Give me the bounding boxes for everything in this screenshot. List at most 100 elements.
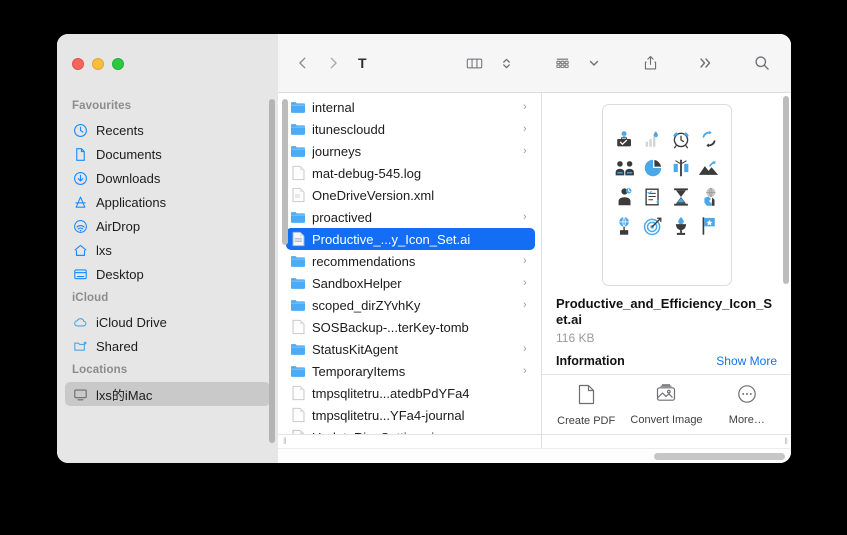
document-file-icon <box>290 385 306 401</box>
table-row[interactable]: SandboxHelper › <box>286 272 535 294</box>
globe-stand-icon <box>613 214 637 238</box>
sidebar: Favourites Recents Docume <box>57 34 278 463</box>
file-name: tmpsqlitetru...YFa4-journal <box>312 408 517 423</box>
star-flag-icon <box>697 214 721 238</box>
table-row[interactable]: journeys › <box>286 140 535 162</box>
convert-image-button[interactable]: Convert Image <box>626 384 706 428</box>
sidebar-item-label: iCloud Drive <box>96 315 167 330</box>
home-icon <box>72 242 88 258</box>
group-items-button[interactable] <box>547 49 577 77</box>
sidebar-item-downloads[interactable]: Downloads <box>65 166 270 190</box>
disclosure-chevron-icon: › <box>523 146 532 157</box>
horizontal-scrollbar[interactable] <box>278 448 791 463</box>
balance-scale-icon <box>669 156 693 180</box>
column-resize-handle-right[interactable]: ‖ <box>542 434 791 448</box>
json-file-icon <box>290 429 306 434</box>
table-row[interactable]: scoped_dirZYvhKy › <box>286 294 535 316</box>
sidebar-item-home[interactable]: lxs <box>65 238 270 262</box>
table-row[interactable]: OneDriveVersion.xml <box>286 184 535 206</box>
sidebar-item-airdrop[interactable]: AirDrop <box>65 214 270 238</box>
preview-scrollbar[interactable] <box>783 96 789 284</box>
sidebar-group-locations-title: Locations <box>57 358 278 382</box>
table-row[interactable]: proactived › <box>286 206 535 228</box>
file-name: StatusKitAgent <box>312 342 517 357</box>
sidebar-item-imac[interactable]: lxs的iMac <box>65 382 270 406</box>
sidebar-item-recents[interactable]: Recents <box>65 118 270 142</box>
icon-set-thumbnail[interactable] <box>602 104 732 286</box>
preview-file-size: 116 KB <box>556 331 777 345</box>
disclosure-chevron-icon: › <box>523 300 532 311</box>
document-icon <box>72 146 88 162</box>
table-row[interactable]: StatusKitAgent › <box>286 338 535 360</box>
file-name: journeys <box>312 144 517 159</box>
search-icon[interactable] <box>747 49 777 77</box>
team-people-icon <box>613 156 637 180</box>
sidebar-item-documents[interactable]: Documents <box>65 142 270 166</box>
horizontal-scrollbar-thumb[interactable] <box>654 453 785 460</box>
file-name: recommendations <box>312 254 517 269</box>
page-icon <box>577 384 596 410</box>
shared-folder-icon <box>72 338 88 354</box>
grip-icon: ‖ <box>784 437 787 446</box>
table-row[interactable]: itunescloudd › <box>286 118 535 140</box>
display-icon <box>72 386 88 402</box>
sidebar-group-icloud-title: iCloud <box>57 286 278 310</box>
view-options-chevrons-icon[interactable] <box>491 49 521 77</box>
chevron-down-icon[interactable] <box>579 49 609 77</box>
file-name: tmpsqlitetru...atedbPdYFa4 <box>312 386 517 401</box>
zoom-button[interactable] <box>112 58 124 70</box>
table-row-selected[interactable]: Productive_...y_Icon_Set.ai <box>286 228 535 250</box>
illustrator-file-icon <box>290 231 306 247</box>
sidebar-group-favourites-title: Favourites <box>57 94 278 118</box>
finder-window: Favourites Recents Docume <box>57 34 791 463</box>
sidebar-item-desktop[interactable]: Desktop <box>65 262 270 286</box>
main-area: T <box>278 34 791 463</box>
table-row[interactable]: UpdateRingSettings.json <box>286 426 535 434</box>
disclosure-chevron-icon: › <box>523 256 532 267</box>
traffic-lights <box>57 34 278 93</box>
file-name: itunescloudd <box>312 122 517 137</box>
column-view-button[interactable] <box>459 49 489 77</box>
table-row[interactable]: mat-debug-545.log <box>286 162 535 184</box>
table-row[interactable]: recommendations › <box>286 250 535 272</box>
table-row[interactable]: tmpsqlitetru...atedbPdYFa4 <box>286 382 535 404</box>
information-header: Information Show More <box>556 354 777 373</box>
file-name: TemporaryItems <box>312 364 517 379</box>
clock-icon <box>72 122 88 138</box>
create-pdf-button[interactable]: Create PDF <box>546 384 626 428</box>
folder-icon <box>290 143 306 159</box>
photos-icon <box>655 384 677 409</box>
file-name: UpdateRingSettings.json <box>312 430 517 435</box>
close-button[interactable] <box>72 58 84 70</box>
sidebar-item-label: Documents <box>96 147 162 162</box>
action-label: Create PDF <box>557 415 615 428</box>
document-file-icon <box>290 407 306 423</box>
preview-file-name: Productive_and_Efficiency_Icon_Set.ai <box>556 296 777 328</box>
folder-icon <box>290 253 306 269</box>
sidebar-item-icloud-drive[interactable]: iCloud Drive <box>65 310 270 334</box>
preview-pane: Productive_and_Efficiency_Icon_Set.ai 11… <box>542 93 791 374</box>
file-name: proactived <box>312 210 517 225</box>
bar-chart-icon <box>641 127 665 151</box>
file-list-scrollbar[interactable] <box>282 99 288 245</box>
more-actions-button[interactable]: More… <box>707 384 787 428</box>
file-name: mat-debug-545.log <box>312 166 517 181</box>
share-button[interactable] <box>635 49 665 77</box>
table-row[interactable]: TemporaryItems › <box>286 360 535 382</box>
sidebar-item-shared[interactable]: Shared <box>65 334 270 358</box>
more-toolbar-items-button[interactable] <box>691 49 721 77</box>
group-controls <box>547 49 609 77</box>
forward-button[interactable] <box>318 49 348 77</box>
sidebar-item-applications[interactable]: Applications <box>65 190 270 214</box>
sidebar-scrollbar[interactable] <box>269 99 275 443</box>
column-resize-handle-left[interactable]: ‖ <box>278 434 541 448</box>
back-button[interactable] <box>288 49 318 77</box>
table-row[interactable]: internal › <box>286 96 535 118</box>
disclosure-chevron-icon: › <box>523 344 532 355</box>
sidebar-item-label: lxs的iMac <box>96 385 152 404</box>
table-row[interactable]: SOSBackup-...terKey-tomb <box>286 316 535 338</box>
minimize-button[interactable] <box>92 58 104 70</box>
table-row[interactable]: tmpsqlitetru...YFa4-journal <box>286 404 535 426</box>
show-more-link[interactable]: Show More <box>716 354 777 368</box>
action-label: Convert Image <box>630 414 702 427</box>
